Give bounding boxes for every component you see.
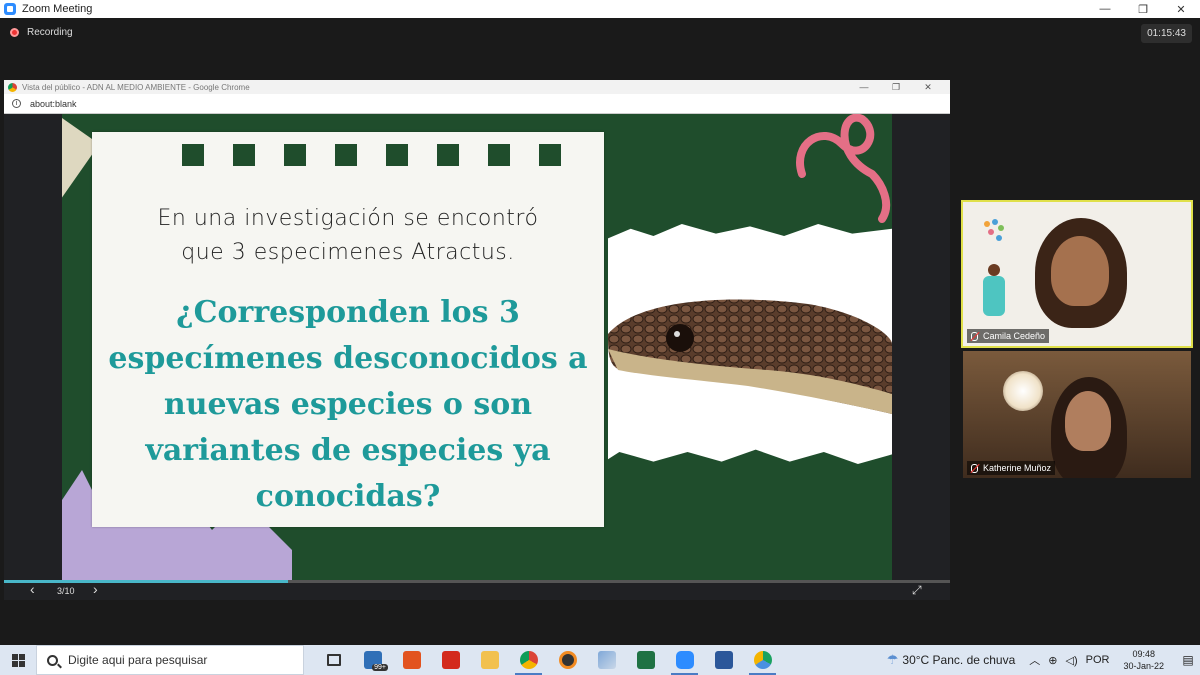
next-slide-button[interactable]: ›: [93, 581, 98, 597]
acrobat-icon[interactable]: [431, 645, 470, 675]
window-title: Zoom Meeting: [22, 3, 93, 15]
participant-tile-camila[interactable]: Camila Cedeño: [961, 200, 1193, 348]
clock[interactable]: 09:48 30-Jan-22: [1123, 648, 1164, 672]
snake-image: [608, 299, 892, 414]
info-icon[interactable]: i: [12, 99, 21, 108]
recording-dot-icon: [10, 28, 19, 37]
zoom-taskbar-icon[interactable]: [665, 645, 704, 675]
start-button[interactable]: [0, 645, 36, 675]
background-poster-decoration: [983, 219, 1005, 316]
word-icon[interactable]: [704, 645, 743, 675]
restore-button[interactable]: ❐: [1124, 0, 1162, 18]
weather-widget[interactable]: ☂ 30°C Panc. de chuva: [883, 652, 1016, 668]
previous-slide-button[interactable]: ‹: [30, 581, 35, 597]
zoom-titlebar: Zoom Meeting — ❐ ✕: [0, 0, 1200, 18]
address-bar[interactable]: i about:blank: [4, 94, 950, 114]
muted-mic-icon: [971, 463, 978, 473]
muted-mic-icon: [971, 331, 978, 341]
weather-text: 30°C Panc. de chuva: [902, 653, 1016, 667]
mail-badge: 99+: [372, 664, 388, 671]
participant-name: Katherine Muñoz: [983, 463, 1052, 473]
shared-chrome-window: Vista del público - ADN AL MEDIO AMBIENT…: [4, 80, 950, 600]
network-icon[interactable]: ⊕: [1048, 654, 1057, 667]
participant-face-katherine: [1065, 391, 1111, 451]
question-line-4: variantes de especies ya: [145, 433, 551, 468]
system-tray: ☂ 30°C Panc. de chuva ︿ ⊕ ◁) POR 09:48 3…: [883, 645, 1200, 675]
chrome-taskbar-icon[interactable]: [509, 645, 548, 675]
windows-logo-icon: [11, 653, 25, 667]
cloud-rain-icon: ☂: [886, 652, 899, 667]
question-line-5: conocidas?: [255, 479, 441, 514]
recording-label: Recording: [27, 27, 73, 38]
note-holes: [182, 144, 561, 166]
participant-name-tag: Camila Cedeño: [967, 329, 1050, 343]
presentation-viewer: En una investigación se encontró que 3 e…: [4, 114, 950, 600]
chrome-minimize-button[interactable]: —: [848, 80, 880, 94]
file-explorer-icon[interactable]: [470, 645, 509, 675]
chrome-taskbar-icon-2[interactable]: [743, 645, 782, 675]
intro-line-2: que 3 especimenes Atractus.: [181, 240, 515, 265]
slide-controls: ‹ 3/10 › ⤢: [4, 581, 950, 600]
office-icon[interactable]: [392, 645, 431, 675]
pink-ribbon-decoration: [796, 114, 891, 223]
chrome-window-controls: — ❐ ✕: [848, 80, 944, 94]
search-icon: [47, 654, 58, 666]
clock-time: 09:48: [1132, 649, 1155, 659]
slide-counter: 3/10: [57, 586, 75, 596]
show-hidden-icons[interactable]: ︿: [1029, 652, 1040, 668]
recording-indicator[interactable]: Recording: [10, 27, 73, 38]
chrome-window-title: Vista del público - ADN AL MEDIO AMBIENT…: [22, 82, 250, 92]
chrome-restore-button[interactable]: ❐: [880, 80, 912, 94]
pencil-app-icon[interactable]: [587, 645, 626, 675]
notification-icon[interactable]: ▤: [1176, 653, 1200, 667]
chrome-icon: [8, 82, 17, 92]
volume-icon[interactable]: ◁): [1066, 654, 1078, 667]
zoom-logo-icon: [4, 3, 16, 15]
participant-tile-katherine[interactable]: Katherine Muñoz: [963, 351, 1191, 478]
meeting-timer: 01:15:43: [1141, 24, 1192, 43]
participant-name-tag: Katherine Muñoz: [967, 461, 1056, 475]
app-icon[interactable]: [548, 645, 587, 675]
intro-line-1: En una investigación se encontró: [157, 206, 539, 231]
windows-taskbar: Digite aqui para pesquisar 99+ ☂ 30°C Pa…: [0, 645, 1200, 675]
slide: En una investigación se encontró que 3 e…: [62, 114, 892, 580]
task-view-icon[interactable]: [314, 645, 353, 675]
chrome-close-button[interactable]: ✕: [912, 80, 944, 94]
taskbar-search-box[interactable]: Digite aqui para pesquisar: [36, 645, 304, 675]
room-light: [1003, 371, 1043, 411]
chrome-titlebar: Vista del público - ADN AL MEDIO AMBIENT…: [4, 80, 950, 94]
window-controls: — ❐ ✕: [1086, 0, 1200, 18]
taskbar-apps: 99+: [314, 645, 782, 675]
excel-icon[interactable]: [626, 645, 665, 675]
note-paper: En una investigación se encontró que 3 e…: [92, 132, 604, 527]
clock-date: 30-Jan-22: [1123, 661, 1164, 671]
participant-name: Camila Cedeño: [983, 331, 1046, 341]
close-button[interactable]: ✕: [1162, 0, 1200, 18]
url-text: about:blank: [30, 98, 77, 109]
language-indicator[interactable]: POR: [1086, 654, 1110, 666]
question-line-2: especímenes desconocidos a: [108, 341, 588, 376]
fullscreen-icon[interactable]: ⤢: [912, 583, 922, 598]
minimize-button[interactable]: —: [1086, 0, 1124, 18]
question-line-1: ¿Corresponden los 3: [176, 295, 520, 330]
mail-icon[interactable]: 99+: [353, 645, 392, 675]
search-placeholder: Digite aqui para pesquisar: [68, 653, 208, 667]
question-line-3: nuevas especies o son: [163, 387, 533, 422]
participant-face-camila: [1051, 236, 1109, 306]
meeting-area: Recording 01:15:43 Vista del público - A…: [0, 18, 1200, 645]
